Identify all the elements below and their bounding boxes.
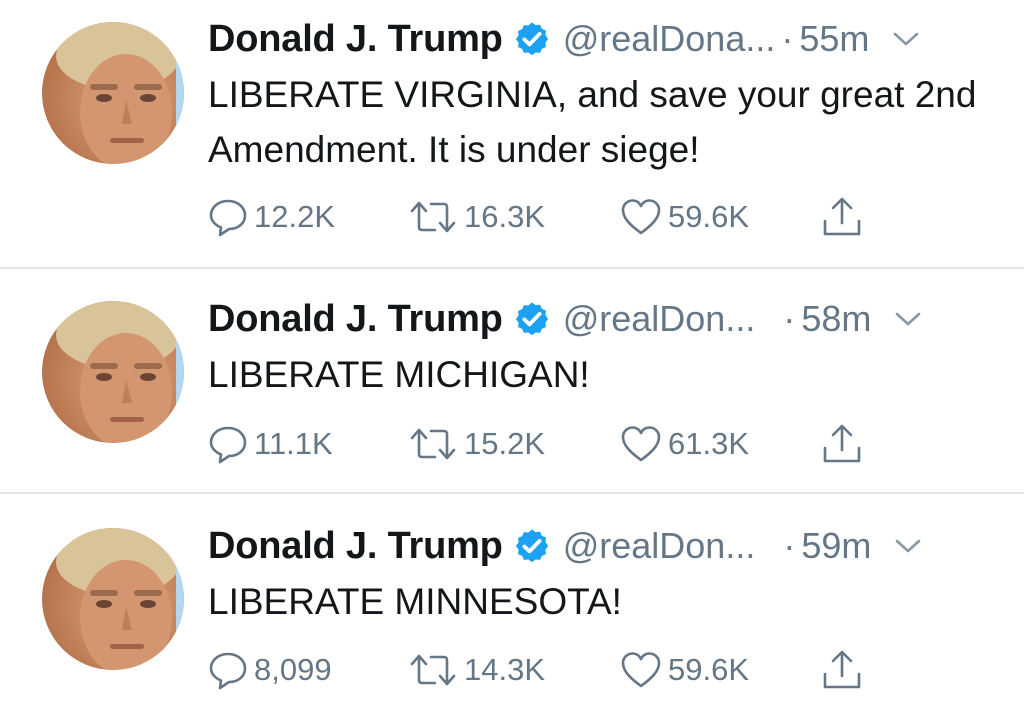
retweet-icon bbox=[410, 654, 456, 686]
share-button[interactable] bbox=[820, 648, 864, 692]
reply-count: 11.1K bbox=[254, 426, 333, 461]
reply-button[interactable]: 8,099 bbox=[208, 648, 332, 692]
avatar[interactable] bbox=[42, 528, 184, 670]
tweet-text: LIBERATE MINNESOTA! bbox=[208, 581, 622, 622]
author-handle[interactable]: @realDon... bbox=[563, 298, 756, 340]
tweet[interactable]: Donald J. Trump @realDona... · 55m LIBER… bbox=[0, 0, 1024, 268]
share-button[interactable] bbox=[820, 422, 864, 466]
reply-bubble-icon bbox=[209, 426, 247, 464]
like-count: 59.6K bbox=[668, 199, 750, 234]
avatar[interactable] bbox=[42, 301, 184, 443]
like-button[interactable]: 61.3K bbox=[620, 422, 749, 466]
tweet[interactable]: Donald J. Trump @realDon... · 59m LIBERA… bbox=[0, 494, 1024, 720]
separator-dot: · bbox=[783, 525, 796, 566]
author-name[interactable]: Donald J. Trump bbox=[208, 18, 503, 61]
tweet-text: LIBERATE VIRGINIA, and save your great 2… bbox=[208, 74, 977, 170]
verified-badge-icon bbox=[515, 302, 548, 336]
tweet-actions: 8,099 14.3K 59.6K bbox=[208, 648, 908, 692]
chevron-down-icon[interactable] bbox=[893, 536, 923, 556]
share-upload-icon bbox=[823, 424, 861, 463]
retweet-button[interactable]: 14.3K bbox=[408, 648, 545, 692]
tweet-header: Donald J. Trump @realDon... · 59m bbox=[208, 521, 923, 571]
like-button[interactable]: 59.6K bbox=[620, 648, 749, 692]
reply-bubble-icon bbox=[209, 652, 247, 690]
share-button[interactable] bbox=[820, 195, 864, 239]
chevron-down-icon[interactable] bbox=[891, 29, 921, 49]
heart-icon bbox=[621, 199, 661, 235]
reply-bubble-icon bbox=[209, 199, 247, 237]
retweet-button[interactable]: 16.3K bbox=[408, 195, 545, 239]
timestamp[interactable]: 58m bbox=[801, 298, 871, 340]
tweet-text: LIBERATE MICHIGAN! bbox=[208, 354, 590, 395]
avatar-portrait-icon bbox=[56, 301, 184, 443]
avatar-portrait-icon bbox=[56, 528, 184, 670]
share-upload-icon bbox=[823, 197, 861, 236]
separator-dot: · bbox=[781, 18, 794, 59]
retweet-icon bbox=[410, 428, 456, 460]
retweet-button[interactable]: 15.2K bbox=[408, 422, 545, 466]
reply-count: 12.2K bbox=[254, 199, 336, 234]
retweet-count: 14.3K bbox=[464, 652, 546, 687]
reply-count: 8,099 bbox=[254, 652, 332, 687]
like-button[interactable]: 59.6K bbox=[620, 195, 749, 239]
share-upload-icon bbox=[823, 650, 861, 689]
author-name[interactable]: Donald J. Trump bbox=[208, 298, 503, 341]
tweet-header: Donald J. Trump @realDon... · 58m bbox=[208, 294, 923, 344]
tweet-header: Donald J. Trump @realDona... · 55m bbox=[208, 14, 921, 64]
like-count: 61.3K bbox=[668, 426, 750, 461]
like-count: 59.6K bbox=[668, 652, 750, 687]
retweet-count: 16.3K bbox=[464, 199, 546, 234]
avatar-portrait-icon bbox=[56, 22, 184, 164]
heart-icon bbox=[621, 426, 661, 462]
separator-dot: · bbox=[783, 298, 796, 339]
verified-badge-icon bbox=[515, 22, 548, 56]
chevron-down-icon[interactable] bbox=[893, 309, 923, 329]
tweet-actions: 12.2K 16.3K 59.6K bbox=[208, 195, 908, 239]
avatar[interactable] bbox=[42, 22, 184, 164]
tweet-actions: 11.1K 15.2K 61.3K bbox=[208, 422, 908, 466]
tweet[interactable]: Donald J. Trump @realDon... · 58m LIBERA… bbox=[0, 269, 1024, 493]
author-handle[interactable]: @realDon... bbox=[563, 525, 756, 567]
retweet-icon bbox=[410, 201, 456, 233]
author-name[interactable]: Donald J. Trump bbox=[208, 525, 503, 568]
author-handle[interactable]: @realDona... bbox=[563, 18, 776, 60]
reply-button[interactable]: 11.1K bbox=[208, 422, 333, 466]
timestamp[interactable]: 59m bbox=[801, 525, 871, 567]
reply-button[interactable]: 12.2K bbox=[208, 195, 335, 239]
verified-badge-icon bbox=[515, 529, 548, 563]
timestamp[interactable]: 55m bbox=[799, 18, 869, 60]
retweet-count: 15.2K bbox=[464, 426, 546, 461]
heart-icon bbox=[621, 652, 661, 688]
